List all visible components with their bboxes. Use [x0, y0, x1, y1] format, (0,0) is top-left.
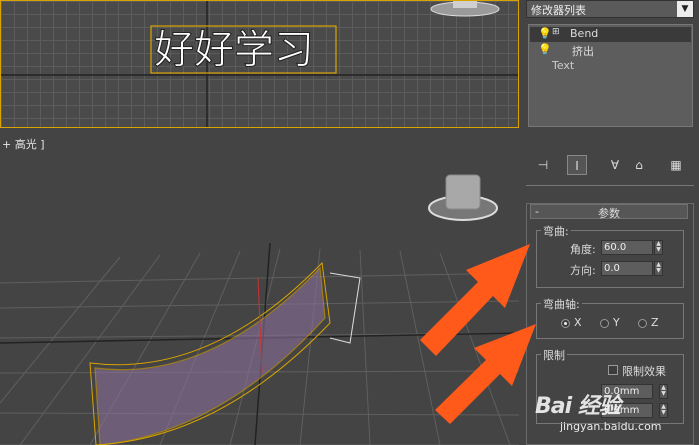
watermark-url: jingyan.baidu.com — [560, 420, 662, 433]
annotation-layer — [420, 244, 536, 424]
watermark-logo: Bai 经验 — [535, 394, 621, 419]
